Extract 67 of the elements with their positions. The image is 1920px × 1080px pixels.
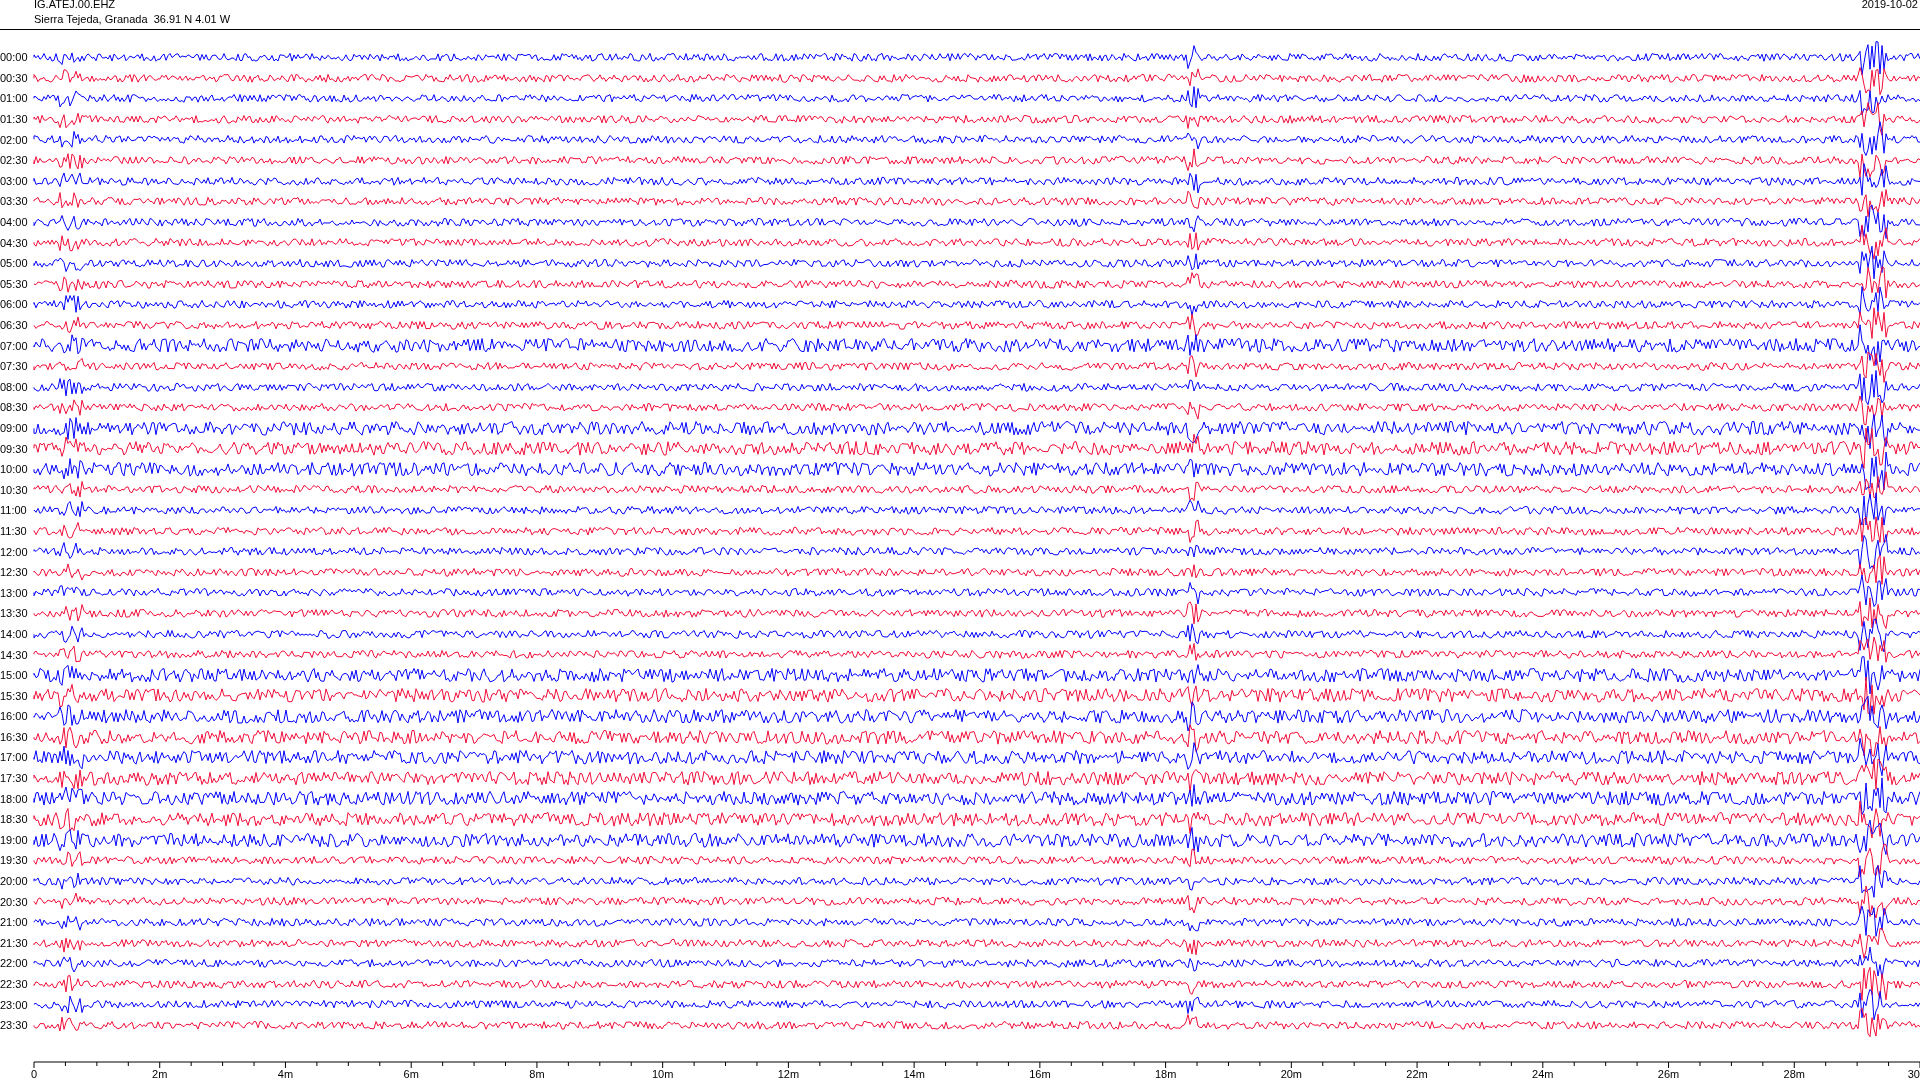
hour-label: 20:00 — [0, 875, 29, 888]
hour-label: 05:30 — [0, 277, 29, 290]
station-code: IG.ATEJ.00.EHZ — [34, 0, 117, 11]
hour-label: 22:00 — [0, 957, 29, 970]
hour-label: 22:30 — [0, 978, 29, 990]
hour-label: 13:00 — [0, 586, 29, 599]
hour-label: 02:00 — [0, 133, 29, 146]
hour-label: 16:30 — [0, 730, 29, 743]
hour-label: 00:00 — [0, 51, 29, 64]
hour-label: 01:30 — [0, 113, 29, 126]
hour-label: 11:00 — [0, 504, 28, 517]
minute-label: 24m — [1532, 1067, 1554, 1080]
hour-label: 14:30 — [0, 648, 29, 661]
hour-label: 00:30 — [0, 71, 29, 84]
hour-label: 07:30 — [0, 360, 29, 373]
hour-label: 05:00 — [0, 257, 29, 270]
hour-label: 07:00 — [0, 339, 29, 352]
hour-label: 17:30 — [0, 772, 29, 785]
hour-label: 03:30 — [0, 195, 29, 208]
date-label: 2019-10-02 — [1861, 0, 1919, 12]
minute-label: 6m — [403, 1067, 419, 1080]
hour-label: 19:30 — [0, 854, 29, 867]
hour-label: 17:00 — [0, 751, 29, 764]
hour-label: 12:30 — [0, 566, 29, 579]
hour-label: 16:00 — [0, 710, 29, 723]
minute-label: 2m — [152, 1067, 168, 1080]
minute-label: 22m — [1406, 1067, 1428, 1080]
hour-label: 03:00 — [0, 174, 29, 187]
hour-label: 15:30 — [0, 689, 29, 702]
hour-label: 19:00 — [0, 833, 29, 846]
minute-label: 14m — [903, 1067, 925, 1080]
hour-label: 20:30 — [0, 895, 29, 908]
minute-label: 10m — [651, 1067, 674, 1080]
hour-label: 12:00 — [0, 545, 29, 558]
hour-label: 08:30 — [0, 401, 29, 414]
minute-label: 28m — [1783, 1067, 1805, 1080]
minute-label: 16m — [1029, 1067, 1051, 1080]
hour-label: 09:30 — [0, 442, 29, 455]
hour-label: 09:00 — [0, 422, 29, 434]
hour-label: 08:00 — [0, 380, 29, 393]
minute-label: 12m — [777, 1067, 800, 1080]
hour-label: 23:00 — [0, 998, 29, 1011]
minute-label: 0 — [30, 1067, 38, 1080]
hour-label: 11:30 — [0, 524, 28, 537]
hour-label: 01:00 — [0, 92, 29, 105]
minute-label: 20m — [1280, 1067, 1303, 1080]
hour-label: 21:00 — [0, 916, 29, 929]
minute-label: 30 — [1907, 1067, 1920, 1080]
hour-label: 06:30 — [0, 319, 29, 331]
station-location: Sierra Tejeda, Granada 36.91 N 4.01 W — [34, 13, 231, 26]
minute-label: 18m — [1154, 1067, 1177, 1080]
hour-label: 04:30 — [0, 236, 29, 249]
hour-label: 10:00 — [0, 463, 29, 476]
hour-label: 10:30 — [0, 483, 29, 496]
hour-label: 23:30 — [0, 1019, 29, 1032]
hour-label: 14:00 — [0, 627, 29, 640]
hour-label: 21:30 — [0, 936, 29, 949]
hour-label: 04:00 — [0, 216, 29, 229]
minute-label: 26m — [1657, 1067, 1680, 1080]
hour-label: 13:30 — [0, 607, 29, 620]
hour-label: 18:30 — [0, 813, 29, 826]
minute-label: 8m — [529, 1067, 545, 1080]
hour-label: 15:00 — [0, 669, 29, 682]
hour-label: 18:00 — [0, 792, 29, 805]
minute-label: 4m — [277, 1067, 294, 1080]
hour-label: 02:30 — [0, 154, 29, 167]
hour-label: 06:00 — [0, 298, 29, 311]
